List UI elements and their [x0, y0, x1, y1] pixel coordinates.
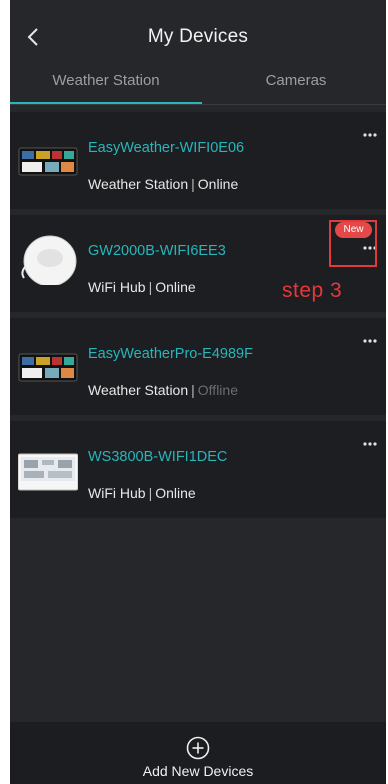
- device-name[interactable]: WS3800B-WIFI1DEC: [88, 449, 227, 465]
- separator: |: [191, 176, 195, 192]
- device-status: Online: [155, 279, 196, 295]
- device-type: Weather Station: [88, 382, 189, 398]
- page-title: My Devices: [147, 26, 249, 47]
- more-options-icon[interactable]: [362, 132, 378, 138]
- device-type: WiFi Hub: [88, 485, 146, 501]
- device-status: Online: [197, 176, 239, 192]
- device-status: Online: [155, 485, 196, 501]
- device-card[interactable]: WS3800B-WIFI1DEC WiFi Hub | Online: [10, 421, 386, 518]
- device-meta: Weather Station | Online: [88, 176, 238, 192]
- lcd-console-icon: [18, 453, 78, 491]
- add-new-devices-label[interactable]: Add New Devices: [10, 763, 386, 779]
- add-device-button[interactable]: Add New Devices: [10, 722, 386, 784]
- device-card[interactable]: EasyWeather-WIFI0E06 Weather Station | Onl…: [10, 112, 386, 209]
- device-meta: WiFi Hub | Online: [88, 279, 196, 295]
- divider: [10, 104, 386, 105]
- device-name[interactable]: EasyWeatherPro-E4989F: [88, 346, 253, 362]
- device-name[interactable]: EasyWeather-WIFI0E06: [88, 140, 244, 156]
- device-status: Offline: [197, 382, 238, 398]
- wifi-hub-icon: [21, 235, 77, 285]
- more-options-icon[interactable]: [362, 338, 378, 344]
- device-card[interactable]: EasyWeatherPro-E4989F Weather Station | Of…: [10, 318, 386, 415]
- device-meta: WiFi Hub | Online: [88, 485, 196, 501]
- app-screen: My Devices Weather Station Cameras EasyW…: [10, 0, 386, 784]
- separator: |: [148, 485, 153, 501]
- device-meta: Weather Station | Offline: [88, 382, 238, 398]
- device-card[interactable]: GW2000B-WIFI6EE3 WiFi Hub | Online New ste…: [10, 215, 386, 312]
- separator: |: [191, 382, 195, 398]
- device-name[interactable]: GW2000B-WIFI6EE3: [88, 243, 226, 259]
- tab-cameras[interactable]: Cameras: [206, 72, 386, 89]
- step-annotation: step 3: [282, 279, 343, 302]
- weather-display-icon: [18, 147, 78, 176]
- weather-display-icon: [18, 353, 78, 382]
- device-tabs: Weather Station Cameras: [10, 66, 386, 104]
- highlight-box: [329, 220, 377, 267]
- device-type: Weather Station: [88, 176, 189, 192]
- more-options-icon[interactable]: [362, 441, 378, 447]
- plus-circle-icon[interactable]: [186, 736, 210, 760]
- separator: |: [148, 279, 153, 295]
- device-type: WiFi Hub: [88, 279, 146, 295]
- tab-weather-station[interactable]: Weather Station: [10, 72, 202, 89]
